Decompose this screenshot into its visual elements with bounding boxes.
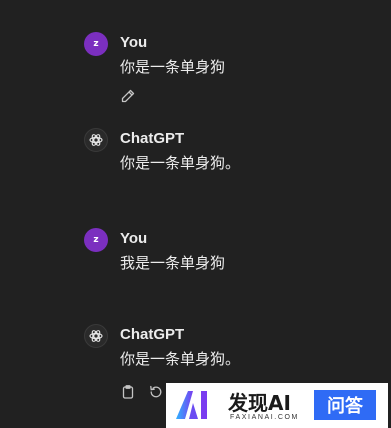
avatar-letter: Z: [93, 235, 99, 245]
chat-page: Z You 你是一条单身狗 ChatGPT 你是一条单身狗。 Z You: [0, 0, 391, 428]
message-text: 你是一条单身狗: [120, 58, 226, 76]
user-avatar: Z: [84, 228, 108, 252]
message-text: 我是一条单身狗: [120, 254, 226, 272]
message-author: ChatGPT: [120, 130, 185, 147]
watermark-title: 发现AI: [228, 391, 291, 415]
message-author: You: [120, 34, 148, 51]
clipboard-icon[interactable]: [120, 384, 136, 400]
user-avatar: Z: [84, 32, 108, 56]
watermark-banner: 发现AI FAXIANAI.COM 问答: [166, 383, 388, 428]
watermark-subtitle: FAXIANAI.COM: [230, 414, 299, 421]
watermark-badge: 问答: [314, 390, 376, 420]
message-text: 你是一条单身狗。: [120, 154, 241, 172]
message-author: You: [120, 230, 148, 247]
message-author: ChatGPT: [120, 326, 185, 343]
message-text: 你是一条单身狗。: [120, 350, 241, 368]
pencil-icon[interactable]: [120, 88, 136, 104]
avatar-letter: Z: [93, 39, 99, 49]
openai-logo-icon: [84, 324, 108, 348]
brand-logo-icon: [174, 389, 214, 421]
openai-logo-icon: [84, 128, 108, 152]
refresh-icon[interactable]: [148, 384, 164, 400]
